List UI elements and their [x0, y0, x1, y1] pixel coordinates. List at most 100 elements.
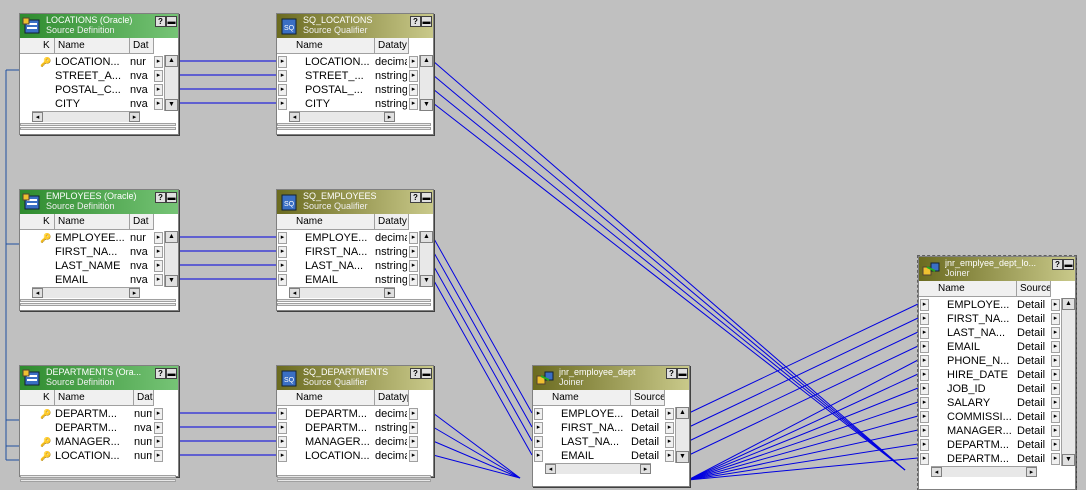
port-row[interactable]: ▸DEPARTM...decimal▸ — [277, 407, 419, 421]
col-type[interactable]: Datatyp — [134, 390, 154, 405]
scroll-up-icon[interactable]: ▲ — [420, 231, 433, 243]
port-row[interactable]: 🔑 LOCATION... nur ▸ — [20, 55, 164, 69]
output-port[interactable]: ▸ — [1051, 341, 1060, 353]
col-type[interactable]: Dat — [130, 38, 154, 53]
link-line[interactable] — [432, 454, 521, 479]
scroll-right-icon[interactable]: ▸ — [384, 112, 395, 122]
output-port[interactable]: ▸ — [409, 246, 418, 258]
jnr1-transformation[interactable]: jnr_employee_dept Joiner? ▬ Name Source ▸ EMPL… — [532, 365, 690, 487]
port-row[interactable]: ▸LOCATION...decimal▸ — [277, 449, 419, 463]
output-port[interactable]: ▸ — [1051, 369, 1060, 381]
input-port[interactable]: ▸ — [920, 313, 929, 325]
output-port[interactable]: ▸ — [154, 56, 163, 68]
output-port[interactable]: ▸ — [409, 422, 418, 434]
group-port[interactable] — [277, 475, 431, 478]
output-port[interactable]: ▸ — [665, 408, 674, 420]
port-row[interactable]: EMAIL nva ▸ — [20, 273, 164, 287]
output-port[interactable]: ▸ — [409, 274, 418, 286]
horizontal-scrollbar[interactable]: ◂ ▸ — [931, 466, 1037, 477]
link-line[interactable] — [687, 443, 919, 481]
help-button[interactable]: ? — [410, 192, 421, 203]
port-row[interactable]: ▸ LAST_NA... Detail ▸ — [919, 326, 1061, 340]
input-port[interactable]: ▸ — [534, 436, 543, 448]
output-port[interactable]: ▸ — [1051, 313, 1060, 325]
output-port[interactable]: ▸ — [1051, 425, 1060, 437]
port-row[interactable]: ▸ FIRST_NA... nstring ▸ — [277, 245, 419, 259]
group-port[interactable] — [20, 479, 176, 482]
vertical-scrollbar[interactable]: ▲ ▼ — [419, 55, 433, 111]
link-line[interactable] — [687, 387, 919, 481]
input-port[interactable]: ▸ — [278, 422, 287, 434]
port-row[interactable]: ▸ COMMISSI... Detail ▸ — [919, 410, 1061, 424]
link-line[interactable] — [687, 401, 919, 481]
scroll-right-icon[interactable]: ▸ — [129, 112, 140, 122]
group-port[interactable] — [277, 123, 431, 126]
input-port[interactable]: ▸ — [278, 408, 287, 420]
port-row[interactable]: ▸ EMAIL Detail ▸ — [533, 449, 675, 463]
scroll-left-icon[interactable]: ◂ — [931, 467, 942, 477]
port-row[interactable]: ▸ EMPLOYE... Detail ▸ — [533, 407, 675, 421]
input-port[interactable]: ▸ — [278, 246, 287, 258]
port-row[interactable]: STREET_A... nva ▸ — [20, 69, 164, 83]
output-port[interactable]: ▸ — [409, 70, 418, 82]
help-button[interactable]: ? — [1052, 259, 1063, 270]
group-port[interactable] — [20, 127, 176, 130]
title-bar[interactable]: SQ SQ_EMPLOYEES Source Qualifier? ▬ — [277, 190, 433, 214]
port-row[interactable]: ▸ EMPLOYE... Detail ▸ — [919, 298, 1061, 312]
port-row[interactable]: ▸EMPLOYE...decimal▸ — [277, 231, 419, 245]
scroll-right-icon[interactable]: ▸ — [1026, 467, 1037, 477]
minimize-button[interactable]: ▬ — [677, 368, 688, 379]
output-port[interactable]: ▸ — [409, 450, 418, 462]
vertical-scrollbar[interactable]: ▲ ▼ — [419, 231, 433, 287]
output-port[interactable]: ▸ — [154, 422, 163, 434]
output-port[interactable]: ▸ — [665, 450, 674, 462]
output-port[interactable]: ▸ — [154, 70, 163, 82]
minimize-button[interactable]: ▬ — [166, 16, 177, 27]
title-bar[interactable]: jnr_emplyee_dept_lo... Joiner? ▬ — [919, 257, 1075, 281]
group-port[interactable] — [277, 127, 431, 130]
output-port[interactable]: ▸ — [665, 422, 674, 434]
horizontal-scrollbar[interactable]: ◂ ▸ — [289, 287, 395, 298]
port-row[interactable]: ▸ DEPARTM... Detail ▸ — [919, 438, 1061, 452]
scroll-down-icon[interactable]: ▼ — [1062, 454, 1075, 466]
output-port[interactable]: ▸ — [409, 408, 418, 420]
help-button[interactable]: ? — [410, 16, 421, 27]
help-button[interactable]: ? — [666, 368, 677, 379]
link-line[interactable] — [688, 345, 919, 456]
input-port[interactable]: ▸ — [278, 98, 287, 110]
port-row[interactable]: ▸ PHONE_N... Detail ▸ — [919, 354, 1061, 368]
title-bar[interactable]: jnr_employee_dept Joiner? ▬ — [533, 366, 689, 390]
horizontal-scrollbar[interactable]: ◂ ▸ — [289, 111, 395, 122]
port-row[interactable]: ▸ STREET_... nstring ▸ — [277, 69, 419, 83]
output-port[interactable]: ▸ — [154, 408, 163, 420]
output-port[interactable]: ▸ — [409, 84, 418, 96]
group-port[interactable] — [277, 303, 431, 306]
scroll-up-icon[interactable]: ▲ — [420, 55, 433, 67]
output-port[interactable]: ▸ — [1051, 383, 1060, 395]
input-port[interactable]: ▸ — [278, 450, 287, 462]
port-row[interactable]: ▸ POSTAL_... nstring ▸ — [277, 83, 419, 97]
port-row[interactable]: ▸LOCATION...decimal▸ — [277, 55, 419, 69]
horizontal-scrollbar[interactable]: ◂ ▸ — [32, 287, 140, 298]
group-port[interactable] — [20, 475, 176, 478]
input-port[interactable]: ▸ — [278, 274, 287, 286]
loc_src-transformation[interactable]: LOCATIONS (Oracle) Source Definition? ▬ K Na… — [19, 13, 179, 135]
input-port[interactable]: ▸ — [278, 436, 287, 448]
link-line[interactable] — [687, 429, 919, 481]
title-bar[interactable]: EMPLOYEES (Oracle) Source Definition? ▬ — [20, 190, 178, 214]
minimize-button[interactable]: ▬ — [421, 192, 432, 203]
output-port[interactable]: ▸ — [1051, 397, 1060, 409]
vertical-scrollbar[interactable]: ▲ ▼ — [164, 231, 178, 287]
input-port[interactable]: ▸ — [278, 260, 287, 272]
col-key[interactable]: K — [40, 38, 55, 53]
minimize-button[interactable]: ▬ — [166, 192, 177, 203]
jnr2-transformation[interactable]: jnr_emplyee_dept_lo... Joiner? ▬ Name Source… — [917, 255, 1077, 490]
input-port[interactable]: ▸ — [920, 383, 929, 395]
emp_sq-transformation[interactable]: SQ SQ_EMPLOYEES Source Qualifier? ▬ Name Data… — [276, 189, 434, 311]
help-button[interactable]: ? — [155, 16, 166, 27]
input-port[interactable]: ▸ — [920, 355, 929, 367]
scroll-down-icon[interactable]: ▼ — [676, 451, 689, 463]
col-key[interactable]: K — [40, 214, 55, 229]
input-port[interactable]: ▸ — [920, 453, 929, 465]
input-port[interactable]: ▸ — [920, 341, 929, 353]
